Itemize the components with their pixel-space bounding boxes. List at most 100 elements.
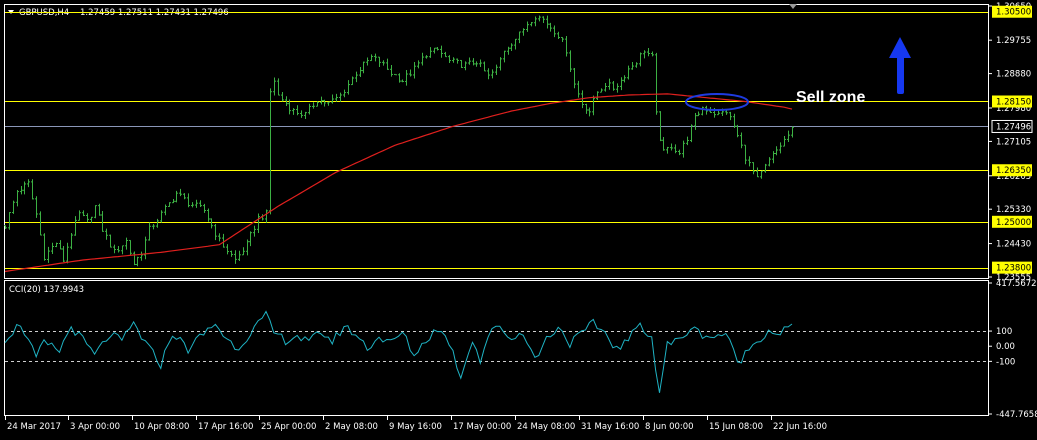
- price-bar: [269, 88, 272, 215]
- price-bar: [187, 193, 190, 208]
- price-bar: [335, 93, 338, 102]
- time-tick-label: 9 May 16:00: [389, 422, 442, 432]
- price-bar: [752, 162, 755, 175]
- price-bar: [242, 247, 245, 256]
- price-tick-label: 1.29755: [996, 36, 1031, 46]
- price-bar: [417, 60, 420, 69]
- price-bar: [140, 251, 143, 261]
- price-bar: [733, 113, 736, 129]
- price-bar: [409, 69, 412, 77]
- price-bar: [464, 61, 467, 71]
- price-bar: [697, 111, 700, 117]
- price-bar: [448, 55, 451, 63]
- price-bar: [456, 58, 459, 64]
- price-bar: [538, 15, 541, 22]
- price-bar: [386, 58, 389, 70]
- price-bar: [300, 110, 303, 118]
- price-bar: [308, 103, 311, 115]
- price-bar: [39, 211, 42, 236]
- price-bar: [249, 231, 252, 247]
- price-tick-label: 1.25330: [996, 205, 1031, 215]
- time-tick-label: 8 Jun 00:00: [645, 422, 694, 432]
- price-bar: [542, 16, 545, 23]
- price-bar: [620, 77, 623, 91]
- price-bar: [378, 56, 381, 67]
- price-bar: [129, 239, 132, 256]
- price-bar: [787, 130, 790, 143]
- price-bar: [608, 78, 611, 90]
- price-bar: [565, 36, 568, 57]
- price-tick-label: 1.28880: [996, 70, 1031, 80]
- cci-tick-label: -447.7658: [996, 410, 1037, 420]
- cci-tick-label: 100: [996, 327, 1012, 337]
- price-bar: [257, 213, 260, 234]
- chart-canvas[interactable]: GBPUSD,H4 1.27459 1.27511 1.27431 1.2749…: [0, 0, 1037, 440]
- price-tick-label: 1.24430: [996, 240, 1031, 250]
- price-bar: [612, 80, 615, 91]
- level-label: 1.26350: [996, 166, 1031, 176]
- price-bar: [55, 242, 58, 248]
- price-bar: [191, 202, 194, 208]
- price-bar: [557, 31, 560, 39]
- price-bar: [647, 48, 650, 57]
- price-bar: [421, 52, 424, 66]
- price-bar: [43, 233, 46, 261]
- price-bar: [475, 61, 478, 67]
- price-bar: [94, 205, 97, 219]
- price-bar: [296, 105, 299, 116]
- price-bar: [78, 210, 81, 221]
- price-bar: [729, 111, 732, 121]
- price-bar: [483, 61, 486, 72]
- price-bar: [507, 46, 510, 55]
- price-bar: [468, 57, 471, 65]
- level-label: 1.25000: [996, 218, 1031, 228]
- price-bar: [117, 246, 120, 253]
- time-tick-label: 25 Apr 00:00: [261, 422, 316, 432]
- price-bar: [253, 225, 256, 237]
- price-bar: [534, 16, 537, 27]
- price-bar: [662, 137, 665, 151]
- price-bar: [744, 144, 747, 165]
- price-bar: [168, 202, 171, 207]
- price-bar: [359, 67, 362, 77]
- time-tick-label: 10 Apr 08:00: [134, 422, 189, 432]
- price-bar: [666, 146, 669, 154]
- price-bar: [690, 124, 693, 143]
- price-bar: [366, 57, 369, 66]
- level-label: 1.23800: [996, 264, 1031, 274]
- price-bar: [436, 46, 439, 51]
- price-bar: [51, 242, 54, 254]
- shift-marker-icon[interactable]: [789, 4, 797, 9]
- price-bar: [230, 250, 233, 257]
- price-bar: [398, 73, 401, 83]
- price-bar: [351, 76, 354, 86]
- price-bar: [682, 140, 685, 158]
- price-bar: [226, 244, 229, 255]
- price-bar: [635, 62, 638, 68]
- price-bar: [491, 69, 494, 79]
- price-bar: [362, 61, 365, 74]
- price-bar: [113, 244, 116, 254]
- price-bar: [783, 135, 786, 147]
- price-bar: [401, 79, 404, 83]
- price-bar: [394, 73, 397, 76]
- price-bar: [678, 149, 681, 156]
- price-bar: [577, 80, 580, 98]
- level-label: 1.28150: [996, 97, 1031, 107]
- price-bar: [172, 199, 175, 204]
- price-bar: [503, 50, 506, 63]
- price-bar: [670, 143, 673, 151]
- price-bar: [791, 126, 794, 138]
- price-bar: [631, 61, 634, 70]
- price-bar: [20, 185, 23, 195]
- price-bar: [472, 58, 475, 66]
- price-bar: [152, 223, 155, 230]
- price-bar: [643, 50, 646, 59]
- price-bar: [604, 82, 607, 92]
- price-bar: [339, 92, 342, 102]
- price-bar: [764, 163, 767, 173]
- price-bar: [748, 156, 751, 167]
- moving-average: [4, 93, 793, 273]
- price-bar: [86, 213, 89, 223]
- price-bar: [518, 31, 521, 44]
